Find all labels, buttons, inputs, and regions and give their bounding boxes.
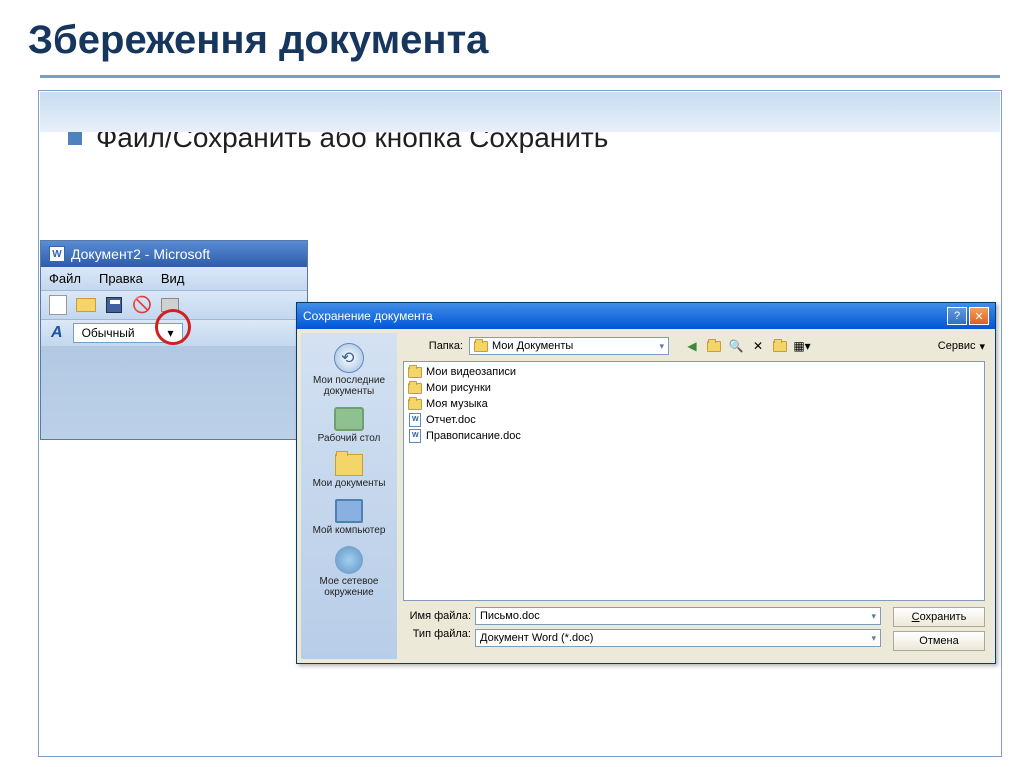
title-underline	[40, 75, 1000, 78]
views-button[interactable]: ▦▾	[793, 337, 811, 355]
slide-title: Збереження документа	[0, 0, 1024, 75]
desktop-icon	[334, 407, 364, 431]
search-icon[interactable]: 🔍	[727, 337, 745, 355]
list-item[interactable]: Мои видеозаписи	[406, 364, 982, 380]
file-name: Моя музыка	[426, 398, 488, 410]
up-button[interactable]	[705, 337, 723, 355]
word-title-text: Документ2 - Microsoft	[71, 246, 210, 262]
word-toolbar-standard: 🚫	[41, 290, 307, 319]
word-app-window: W Документ2 - Microsoft Файл Правка Вид …	[40, 240, 308, 440]
computer-icon	[335, 499, 363, 523]
menu-file[interactable]: Файл	[49, 271, 81, 286]
chevron-down-icon: ▾	[659, 341, 664, 352]
filetype-label: Тип файла:	[403, 628, 471, 640]
place-mydocs[interactable]: Мои документы	[304, 450, 394, 493]
save-dialog: Сохранение документа ? ✕ Мои последние д…	[296, 302, 996, 664]
word-menubar: Файл Правка Вид	[41, 267, 307, 290]
folder-icon	[408, 381, 422, 395]
print-button[interactable]	[159, 294, 181, 316]
menu-view[interactable]: Вид	[161, 271, 185, 286]
filetype-value: Документ Word (*.doc)	[480, 632, 593, 644]
place-recent-label: Мои последние документы	[306, 375, 392, 397]
chevron-down-icon: ▾	[871, 611, 876, 622]
file-name: Мои видеозаписи	[426, 366, 516, 378]
bullet-icon	[68, 131, 82, 145]
word-titlebar: W Документ2 - Microsoft	[41, 241, 307, 267]
back-button[interactable]: ◀	[683, 337, 701, 355]
dialog-toolbar: Папка: Мои Документы ▾ ◀ 🔍 ✕ ▦▾ Сервис ▾	[397, 333, 991, 359]
styles-pane-icon[interactable]: A	[47, 324, 67, 342]
file-name: Мои рисунки	[426, 382, 491, 394]
style-value: Обычный	[82, 326, 135, 340]
dialog-main: Папка: Мои Документы ▾ ◀ 🔍 ✕ ▦▾ Сервис ▾	[397, 333, 991, 659]
save-btn-rest: охранить	[920, 611, 967, 623]
place-recent[interactable]: Мои последние документы	[304, 339, 394, 401]
dialog-body: Мои последние документы Рабочий стол Мои…	[297, 329, 995, 663]
permission-button[interactable]: 🚫	[131, 294, 153, 316]
tools-label: Сервис	[938, 340, 976, 352]
place-network[interactable]: Мое сетевое окружение	[304, 542, 394, 602]
bottom-buttons: Сохранить Отмена	[885, 607, 985, 651]
folder-icon	[408, 397, 422, 411]
word-app-icon: W	[49, 246, 65, 262]
list-item[interactable]: Моя музыка	[406, 396, 982, 412]
dialog-titlebar: Сохранение документа ? ✕	[297, 303, 995, 329]
list-item[interactable]: Мои рисунки	[406, 380, 982, 396]
folder-icon	[408, 365, 422, 379]
menu-edit[interactable]: Правка	[99, 271, 143, 286]
filename-label: Имя файла:	[403, 610, 471, 622]
doc-icon	[408, 429, 422, 443]
toolbar-icons: ◀ 🔍 ✕ ▦▾	[683, 337, 811, 355]
filename-input[interactable]: Письмо.doc ▾	[475, 607, 881, 625]
bullet-text: Файл/Сохранить або кнопка Сохранить	[96, 122, 608, 154]
word-toolbar-format: A Обычный ▾	[41, 319, 307, 346]
network-icon	[335, 546, 363, 574]
save-button[interactable]: Сохранить	[893, 607, 985, 627]
delete-button[interactable]: ✕	[749, 337, 767, 355]
place-desktop[interactable]: Рабочий стол	[304, 403, 394, 448]
folder-label: Папка:	[403, 340, 463, 352]
documents-icon	[335, 454, 363, 476]
places-bar: Мои последние документы Рабочий стол Мои…	[301, 333, 397, 659]
tools-menu[interactable]: Сервис ▾	[938, 340, 985, 353]
bullet-row: Файл/Сохранить або кнопка Сохранить	[68, 122, 1024, 154]
filename-value: Письмо.doc	[480, 610, 540, 622]
place-computer[interactable]: Мой компьютер	[304, 495, 394, 540]
doc-icon	[408, 413, 422, 427]
recent-icon	[334, 343, 364, 373]
bottom-fields: Письмо.doc ▾ Документ Word (*.doc) ▾	[475, 607, 881, 651]
place-computer-label: Мой компьютер	[313, 525, 386, 536]
new-folder-button[interactable]	[771, 337, 789, 355]
place-mydocs-label: Мои документы	[313, 478, 386, 489]
open-button[interactable]	[75, 294, 97, 316]
help-button[interactable]: ?	[947, 307, 967, 325]
dialog-title-text: Сохранение документа	[303, 309, 433, 323]
chevron-down-icon: ▾	[168, 326, 174, 340]
style-combo[interactable]: Обычный ▾	[73, 323, 183, 343]
cancel-button[interactable]: Отмена	[893, 631, 985, 651]
folder-value: Мои Документы	[492, 340, 573, 352]
place-network-label: Мое сетевое окружение	[306, 576, 392, 598]
place-desktop-label: Рабочий стол	[318, 433, 381, 444]
file-name: Отчет.doc	[426, 414, 476, 426]
chevron-down-icon: ▾	[979, 340, 985, 353]
bottom-labels: Имя файла: Тип файла:	[403, 607, 471, 651]
folder-icon	[474, 341, 488, 352]
file-list[interactable]: Мои видеозаписи Мои рисунки Моя музыка О…	[403, 361, 985, 601]
folder-combo[interactable]: Мои Документы ▾	[469, 337, 669, 355]
file-name: Правописание.doc	[426, 430, 521, 442]
close-button[interactable]: ✕	[969, 307, 989, 325]
list-item[interactable]: Отчет.doc	[406, 412, 982, 428]
dialog-window-buttons: ? ✕	[947, 307, 989, 325]
new-button[interactable]	[47, 294, 69, 316]
dialog-bottom: Имя файла: Тип файла: Письмо.doc ▾ Докум…	[397, 603, 991, 659]
save-button[interactable]	[103, 294, 125, 316]
chevron-down-icon: ▾	[871, 633, 876, 644]
filetype-combo[interactable]: Документ Word (*.doc) ▾	[475, 629, 881, 647]
list-item[interactable]: Правописание.doc	[406, 428, 982, 444]
